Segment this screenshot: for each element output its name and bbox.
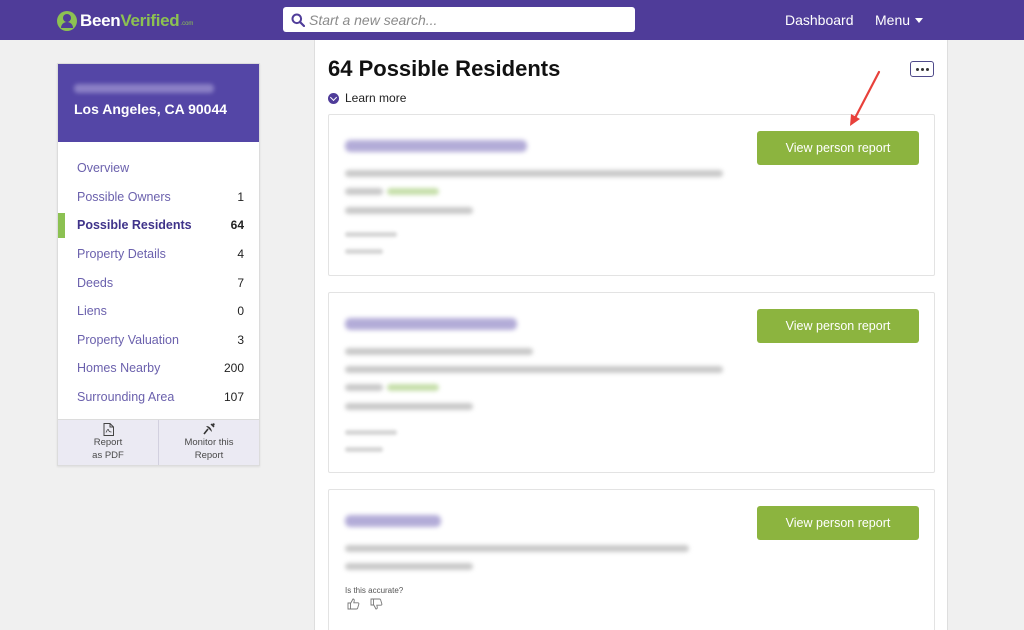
sidebar-item-property-valuation[interactable]: Property Valuation 3 — [58, 326, 259, 355]
sidebar-nav: Overview Possible Owners 1 Possible Resi… — [58, 154, 259, 411]
redacted-phone-label — [345, 384, 383, 391]
search-icon — [291, 13, 305, 27]
redacted-phone-label — [345, 188, 383, 195]
sidebar-item-count: 0 — [237, 304, 244, 319]
sidebar-item-possible-owners[interactable]: Possible Owners 1 — [58, 183, 259, 212]
sidebar-item-overview[interactable]: Overview — [58, 154, 259, 183]
monitor-line2: Report — [194, 450, 224, 461]
sidebar-footer: Report as PDF Monitor this Report — [58, 419, 259, 465]
logo-text-verified: Verified — [120, 11, 180, 30]
sidebar-item-label: Surrounding Area — [77, 390, 175, 405]
sidebar-item-label: Property Details — [77, 247, 166, 262]
resident-card: View person report — [328, 114, 935, 276]
redacted-aka-line — [345, 348, 533, 355]
redacted-resident-name — [345, 515, 441, 527]
sidebar-item-count: 7 — [237, 275, 244, 290]
page-divider-right — [947, 40, 948, 630]
redacted-dates-line — [345, 563, 473, 570]
redacted-phone-link — [387, 384, 439, 391]
satellite-icon — [203, 423, 215, 435]
report-sidebar: Los Angeles, CA 90044 Overview Possible … — [57, 63, 260, 466]
redacted-dates-line — [345, 207, 473, 214]
sidebar-header: Los Angeles, CA 90044 — [58, 64, 259, 142]
redacted-phone-link — [387, 188, 439, 195]
sidebar-item-possible-residents[interactable]: Possible Residents 64 — [58, 211, 259, 240]
sidebar-item-surrounding-area[interactable]: Surrounding Area 107 — [58, 383, 259, 412]
search-input[interactable] — [309, 11, 629, 28]
redacted-accuracy-prompt — [345, 232, 397, 237]
resident-card: View person report — [328, 292, 935, 473]
nav-menu-label: Menu — [875, 12, 911, 28]
sidebar-item-count: 107 — [223, 390, 244, 405]
top-bar: BeenVerified.com Dashboard Menu — [0, 0, 1024, 40]
accuracy-feedback — [347, 598, 383, 610]
monitor-line1: Monitor this — [184, 437, 234, 448]
sidebar-item-property-details[interactable]: Property Details 4 — [58, 240, 259, 269]
redacted-dates-line — [345, 403, 473, 410]
annotation-arrow-icon — [850, 70, 881, 126]
sidebar-item-label: Property Valuation — [77, 332, 179, 347]
view-person-report-button[interactable]: View person report — [757, 506, 919, 540]
redacted-address-line — [345, 170, 723, 177]
sidebar-item-label: Overview — [77, 161, 130, 176]
sidebar-item-label: Homes Nearby — [77, 361, 161, 376]
page-title: 64 Possible Residents — [328, 56, 561, 81]
redacted-street-address — [74, 84, 214, 93]
ellipsis-dot — [920, 67, 924, 71]
logo-text-com: .com — [180, 21, 194, 27]
logo-text-been: Been — [80, 11, 121, 30]
learn-more-toggle[interactable]: Learn more — [328, 91, 406, 105]
ellipsis-dot — [915, 67, 919, 71]
accuracy-prompt: Is this accurate? — [345, 586, 404, 595]
sidebar-item-count: 200 — [223, 361, 244, 376]
view-person-report-button[interactable]: View person report — [757, 131, 919, 165]
learn-more-label: Learn more — [345, 91, 407, 105]
ellipsis-dot — [925, 67, 929, 71]
report-as-pdf-button[interactable]: Report as PDF — [58, 420, 158, 465]
sidebar-item-label: Liens — [77, 304, 107, 319]
beenverified-logo[interactable]: Been Verified .com — [57, 10, 193, 32]
sidebar-item-label: Possible Residents — [77, 218, 192, 233]
sidebar-item-homes-nearby[interactable]: Homes Nearby 200 — [58, 354, 259, 383]
chevron-down-circle-icon — [328, 92, 339, 104]
more-options-button[interactable] — [910, 61, 934, 77]
redacted-accuracy-prompt — [345, 430, 397, 435]
redacted-thumbs — [345, 447, 383, 452]
pdf-icon — [103, 423, 114, 436]
redacted-thumbs — [345, 249, 383, 254]
monitor-report-button[interactable]: Monitor this Report — [158, 420, 259, 465]
sidebar-item-count: 3 — [237, 332, 244, 347]
sidebar-item-count: 4 — [237, 247, 244, 262]
redacted-address-line — [345, 545, 689, 552]
redacted-address-line — [345, 366, 723, 373]
view-person-report-button[interactable]: View person report — [757, 309, 919, 343]
nav-dashboard-link[interactable]: Dashboard — [785, 12, 854, 28]
thumbs-down-icon[interactable] — [370, 598, 383, 610]
report-pdf-line2: as PDF — [92, 450, 124, 461]
sidebar-item-count: 64 — [230, 218, 244, 233]
resident-card: Is this accurate? View person report — [328, 489, 935, 630]
sidebar-item-liens[interactable]: Liens 0 — [58, 297, 259, 326]
sidebar-item-label: Possible Owners — [77, 189, 171, 204]
nav-menu-dropdown[interactable]: Menu — [875, 12, 924, 28]
sidebar-item-deeds[interactable]: Deeds 7 — [58, 268, 259, 297]
caret-down-icon — [915, 17, 924, 23]
search-bar[interactable] — [283, 7, 635, 32]
report-pdf-line1: Report — [93, 437, 123, 448]
sidebar-item-label: Deeds — [77, 275, 114, 290]
sidebar-item-count: 1 — [237, 189, 244, 204]
logo-person-icon — [57, 11, 77, 31]
redacted-resident-name — [345, 140, 527, 152]
redacted-resident-name — [345, 318, 517, 330]
sidebar-address: Los Angeles, CA 90044 — [74, 101, 228, 117]
thumbs-up-icon[interactable] — [347, 598, 360, 610]
